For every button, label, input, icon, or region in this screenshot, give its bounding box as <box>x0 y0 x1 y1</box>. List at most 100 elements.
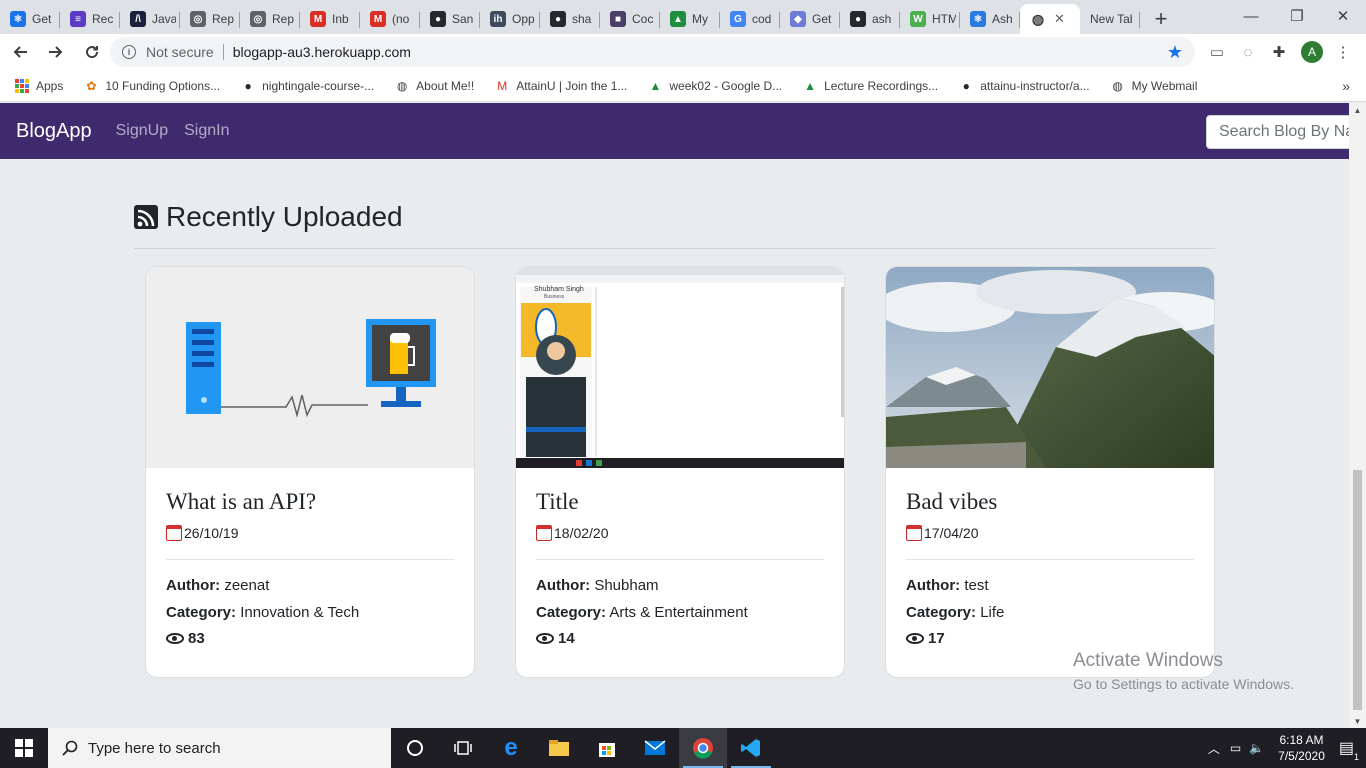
globe-icon: ◍ <box>396 78 408 93</box>
post-author: Author: test <box>906 577 989 594</box>
start-button[interactable] <box>0 728 48 768</box>
scroll-down-icon[interactable]: ▼ <box>1349 714 1366 728</box>
forward-button[interactable] <box>40 36 72 68</box>
browser-tab[interactable]: W HTM <box>900 4 960 34</box>
browser-tab[interactable]: Gcod <box>720 4 780 34</box>
scrollbar-thumb[interactable] <box>1353 470 1362 710</box>
post-views: 17 <box>906 630 945 647</box>
bookmark-item[interactable]: ◍ My Webmail <box>1110 78 1198 94</box>
github-icon: ● <box>244 78 252 93</box>
clock-date: 7/5/2020 <box>1278 749 1325 763</box>
tab-label: Get <box>32 12 52 26</box>
browser-tab[interactable]: ■ Coc <box>600 4 660 34</box>
taskbar-search-box[interactable]: Type here to search <box>48 728 391 768</box>
tab-label: ash <box>872 12 892 26</box>
extension-icon[interactable]: ▭ <box>1204 39 1230 65</box>
globe-icon: ◍ <box>1112 78 1123 93</box>
menu-kebab-icon[interactable]: ⋮ <box>1330 39 1356 65</box>
post-title[interactable]: What is an API? <box>166 489 316 515</box>
extension-circle-icon[interactable]: ◌ <box>1235 39 1261 65</box>
author-label: Author: <box>906 577 961 594</box>
browser-tab[interactable]: ● San <box>420 4 480 34</box>
cortana-icon[interactable] <box>391 728 439 768</box>
browser-tab[interactable]: ⚛ Ash <box>960 4 1020 34</box>
browser-tab[interactable]: ● ash <box>840 4 900 34</box>
browser-tab[interactable]: ◎ Rep <box>180 4 240 34</box>
extensions-puzzle-icon[interactable]: ✚ <box>1266 39 1292 65</box>
post-title[interactable]: Bad vibes <box>906 489 997 515</box>
new-tab-button[interactable]: + <box>1146 4 1176 34</box>
bookmark-label: Apps <box>36 78 64 93</box>
minimize-button[interactable]: — <box>1228 0 1274 32</box>
browser-tab[interactable]: M Inb <box>300 4 360 34</box>
browser-tab[interactable]: ▲ My <box>660 4 720 34</box>
tab-label: San <box>452 12 474 26</box>
github-icon: ● <box>962 78 970 93</box>
notifications-icon[interactable]: ▤ 1 <box>1339 738 1359 762</box>
close-tab-icon[interactable]: ✕ <box>1054 11 1065 27</box>
bookmark-item[interactable]: ● attainu-instructor/a... <box>958 78 1090 94</box>
search-blog-input[interactable] <box>1206 115 1349 149</box>
scroll-up-icon[interactable]: ▲ <box>1349 103 1366 117</box>
post-card[interactable]: Bad vibes 17/04/20 Author: test Category… <box>885 266 1215 678</box>
show-hidden-icons-icon[interactable]: ︿ <box>1208 740 1220 757</box>
calendar-icon <box>166 525 182 541</box>
chrome-icon[interactable] <box>679 728 727 768</box>
bookmark-item[interactable]: ✿ 10 Funding Options... <box>83 78 220 94</box>
system-clock[interactable]: 6:18 AM 7/5/2020 <box>1278 732 1325 764</box>
bookmarks-overflow-button[interactable]: » <box>1342 78 1350 94</box>
bookmark-label: My Webmail <box>1131 78 1198 93</box>
volume-icon[interactable]: 🔈 <box>1249 741 1264 755</box>
browser-tab[interactable]: ◎ Rep <box>240 4 300 34</box>
post-title[interactable]: Title <box>536 489 579 515</box>
vscode-icon[interactable] <box>727 728 775 768</box>
reload-button[interactable] <box>76 36 108 68</box>
browser-tab[interactable]: M (no <box>360 4 420 34</box>
brand-logo[interactable]: BlogApp <box>16 120 92 143</box>
post-thumbnail-mountains[interactable] <box>886 267 1214 468</box>
bookmark-star-icon[interactable]: ★ <box>1167 42 1183 63</box>
nav-signin-link[interactable]: SignIn <box>184 122 229 140</box>
mail-icon[interactable] <box>631 728 679 768</box>
page-scrollbar[interactable]: ▲ ▼ <box>1349 103 1366 728</box>
post-thumbnail-api[interactable] <box>146 267 474 468</box>
post-card[interactable]: Shubham Singh Business Title 18/02/20 Au… <box>515 266 845 678</box>
tab-active[interactable]: ◍ ✕ <box>1020 4 1080 34</box>
card-divider <box>166 559 454 560</box>
post-thumbnail-screenshot[interactable]: Shubham Singh Business <box>516 267 844 468</box>
gmail-icon: M <box>497 78 508 93</box>
store-icon[interactable] <box>583 728 631 768</box>
back-button[interactable] <box>4 36 36 68</box>
file-explorer-icon[interactable] <box>535 728 583 768</box>
tab-new-tab[interactable]: New Tab <box>1080 4 1140 34</box>
browser-tab[interactable]: ih Opp <box>480 4 540 34</box>
forward-arrow-icon <box>49 46 63 58</box>
browser-tab[interactable]: /\ Java <box>120 4 180 34</box>
tab-label: Get <box>812 12 832 26</box>
info-icon[interactable]: i <box>122 45 136 59</box>
tab-favicon-icon: ≡ <box>70 11 86 27</box>
url-text[interactable]: blogapp-au3.herokuapp.com <box>233 44 411 60</box>
bookmark-item[interactable]: M AttainU | Join the 1... <box>494 78 627 94</box>
nav-signup-link[interactable]: SignUp <box>116 122 168 140</box>
bookmark-item[interactable]: ◍ About Me!! <box>394 78 474 94</box>
post-card[interactable]: What is an API? 26/10/19 Author: zeenat … <box>145 266 475 678</box>
browser-tab[interactable]: ⚛ Get <box>0 4 60 34</box>
restore-button[interactable]: ❐ <box>1274 0 1320 32</box>
browser-tab[interactable]: ● sha <box>540 4 600 34</box>
browser-tab[interactable]: ≡ Rec <box>60 4 120 34</box>
bookmark-label: week02 - Google D... <box>669 78 783 93</box>
browser-tab[interactable]: ◆ Get <box>780 4 840 34</box>
profile-avatar[interactable]: A <box>1301 41 1323 63</box>
task-view-icon[interactable] <box>439 728 487 768</box>
close-window-button[interactable]: ✕ <box>1320 0 1366 32</box>
bookmark-item[interactable]: ▲ week02 - Google D... <box>647 78 782 94</box>
edge-icon[interactable]: e <box>487 728 535 768</box>
bookmark-item[interactable]: ● nightingale-course-... <box>240 78 374 94</box>
tab-favicon-icon: ◎ <box>190 11 206 27</box>
taskbar-search-placeholder: Type here to search <box>88 739 221 757</box>
address-bar[interactable]: i Not secure blogapp-au3.herokuapp.com ★ <box>110 37 1195 67</box>
bookmark-item[interactable]: ▲ Lecture Recordings... <box>802 78 938 94</box>
network-icon[interactable]: ▭ <box>1230 741 1241 755</box>
bookmark-item[interactable]: Apps <box>14 78 63 94</box>
